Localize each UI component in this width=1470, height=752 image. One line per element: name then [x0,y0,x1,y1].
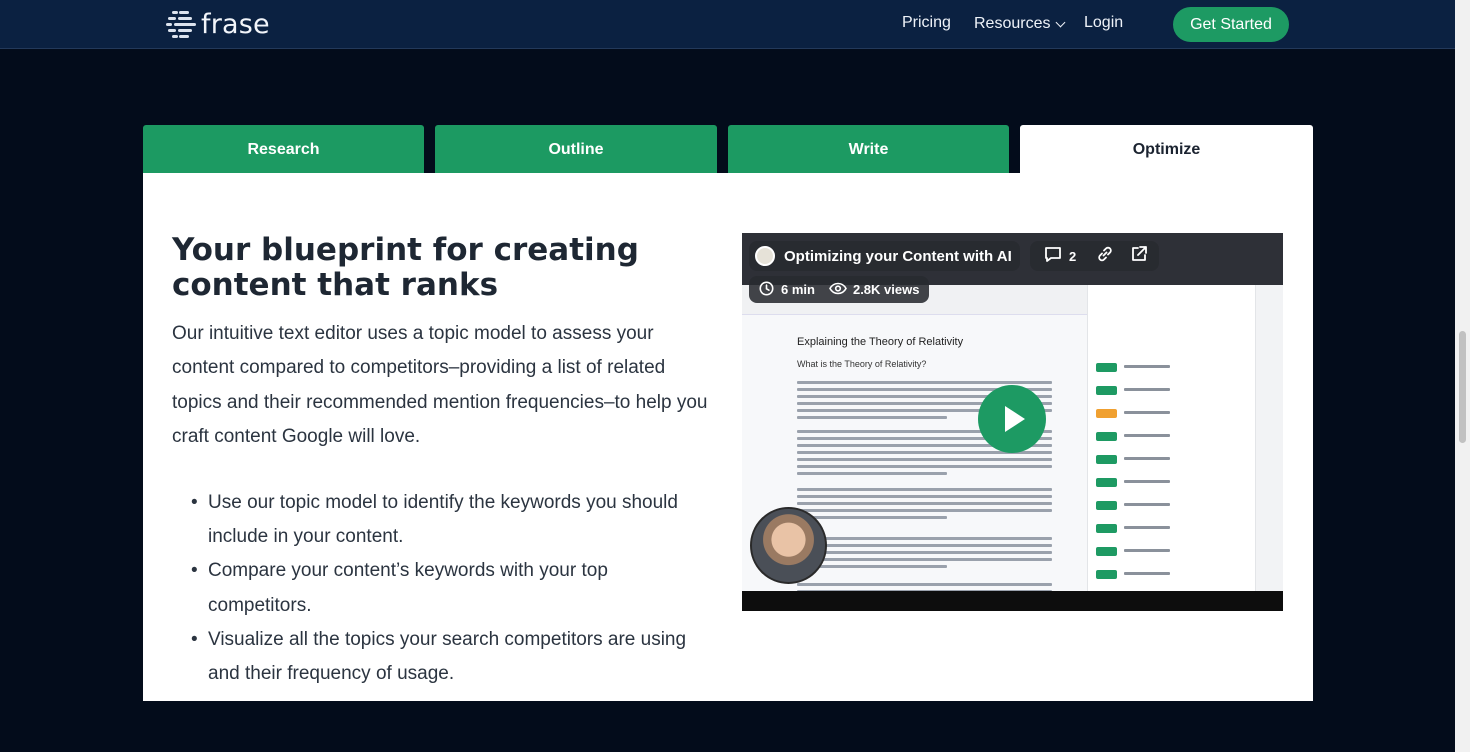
play-button[interactable] [978,385,1046,453]
tab-panel-optimize: Your blueprint for creating content that… [143,173,1313,701]
doc-title: Explaining the Theory of Relativity [797,336,964,348]
list-item: Compare your content’s keywords with you… [191,554,713,622]
external-link-icon[interactable] [1130,245,1148,267]
clock-icon [759,281,774,299]
tab-write[interactable]: Write [728,125,1009,174]
list-item: Visualize all the topics your search com… [191,623,713,691]
site-header: frase Pricing Resources Login Get Starte… [0,0,1455,49]
logo-mark-icon [166,9,200,39]
play-icon [1005,406,1025,432]
comment-count: 2 [1069,248,1077,264]
video-actions: 2 [1030,241,1159,271]
avatar [755,246,775,266]
scroll-thumb[interactable] [1459,331,1466,443]
eye-icon [829,282,847,298]
video-title: Optimizing your Content with AI [784,247,1012,265]
comment-icon[interactable] [1044,246,1062,267]
presenter-facecam [750,507,827,584]
topic-sidebar [1087,285,1255,591]
nav-resources[interactable]: Resources [974,14,1066,34]
video-views: 2.8K views [852,282,920,297]
section-description: Our intuitive text editor uses a topic m… [172,323,708,448]
section-heading: Your blueprint for creating content that… [172,232,639,303]
feature-list: Use our topic model to identify the keyw… [191,486,713,691]
page-scrollbar[interactable] [1455,0,1470,752]
video-meta-chip: 6 min 2.8K views [749,276,930,303]
video-player[interactable]: Explaining the Theory of Relativity What… [742,233,1283,611]
tab-optimize[interactable]: Optimize [1020,125,1313,174]
nav-login[interactable]: Login [1084,14,1123,34]
logo-text: frase [201,8,270,40]
frase-logo[interactable]: frase [166,8,270,40]
nav-pricing[interactable]: Pricing [902,14,951,34]
video-title-chip[interactable]: Optimizing your Content with AI [749,241,1020,271]
get-started-button[interactable]: Get Started [1173,7,1289,42]
link-icon[interactable] [1096,245,1114,267]
nav-resources-label: Resources [974,15,1051,32]
list-item: Use our topic model to identify the keyw… [191,486,713,554]
tool-rail [1255,285,1283,591]
doc-subtitle: What is the Theory of Relativity? [797,359,927,369]
tab-outline[interactable]: Outline [435,125,717,174]
chevron-down-icon [1056,17,1066,28]
tab-research[interactable]: Research [143,125,424,174]
video-duration: 6 min [781,282,815,297]
